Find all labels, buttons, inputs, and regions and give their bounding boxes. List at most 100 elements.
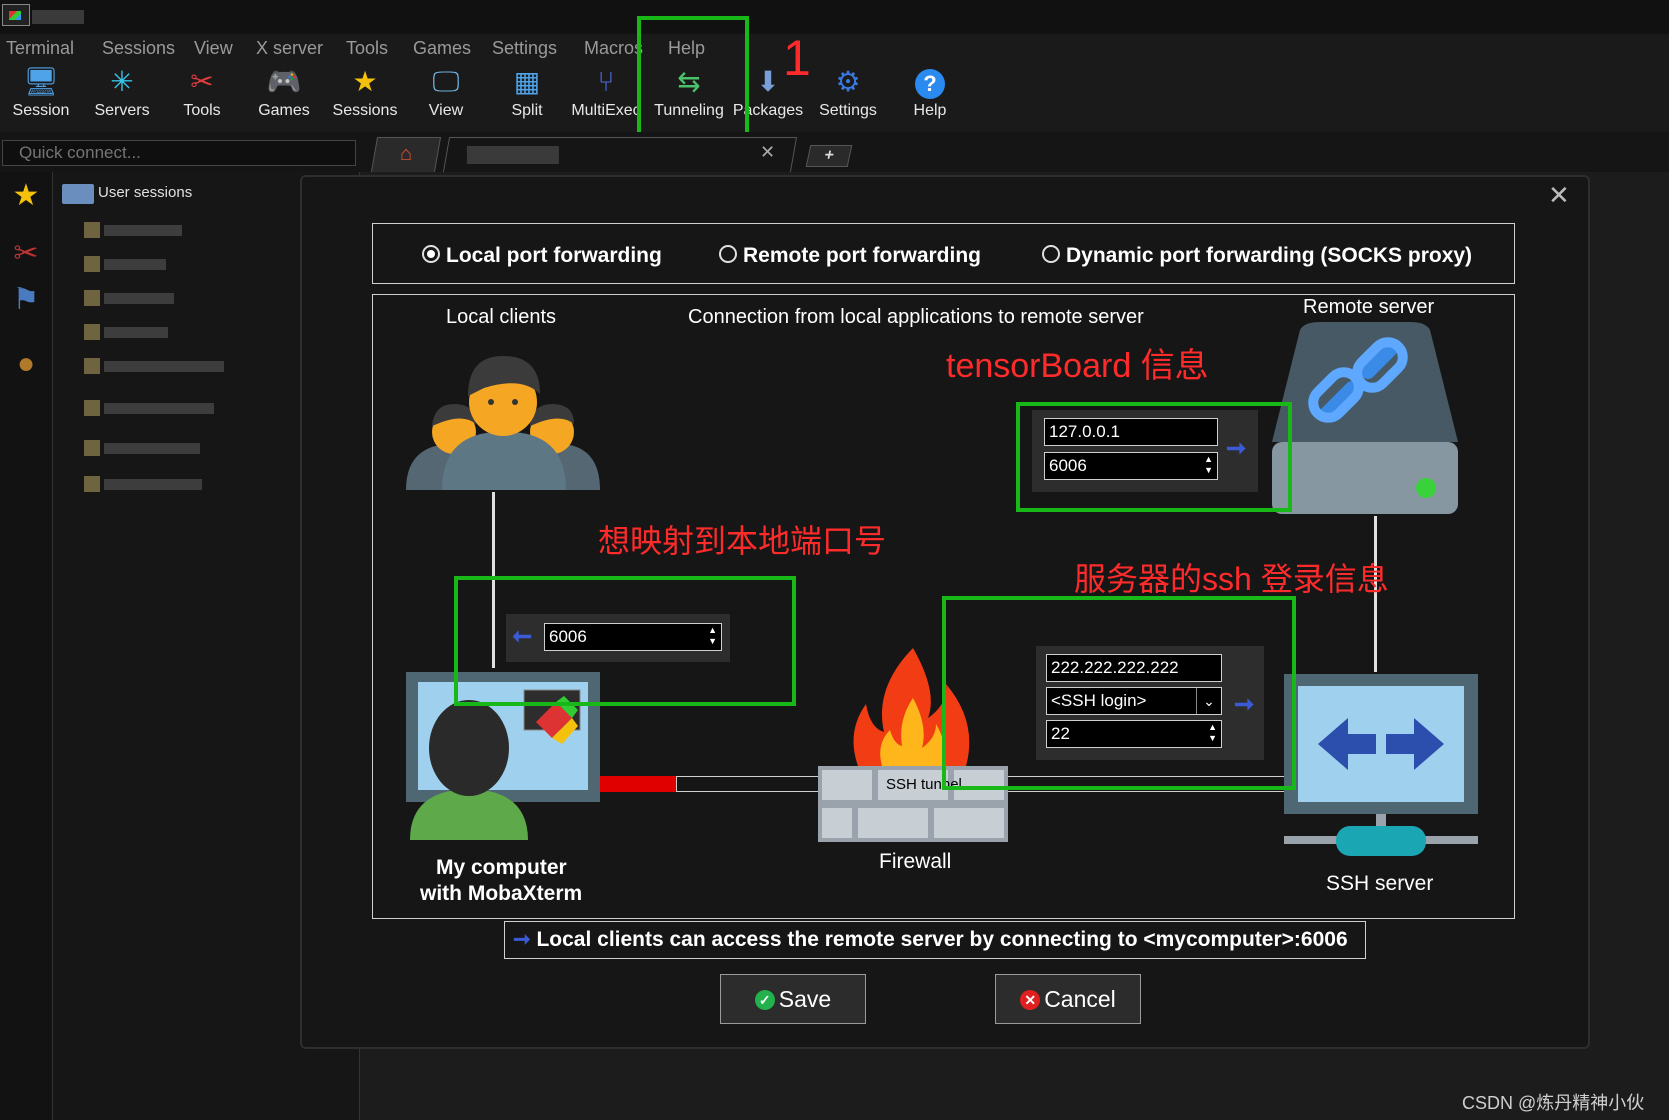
user-sessions-root[interactable]: User sessions — [98, 184, 192, 201]
gamepad-icon: 🎮 — [266, 66, 302, 97]
toolbar-multiexec-button[interactable]: ⑂ MultiExec — [566, 60, 646, 132]
session-label-redacted — [104, 361, 224, 372]
toolbar-label: Split — [511, 102, 543, 119]
toolbar-label: Games — [258, 102, 310, 119]
split-icon: ▦ — [513, 66, 541, 97]
session-label-redacted — [104, 479, 202, 490]
close-tab-icon[interactable]: ✕ — [760, 142, 775, 163]
dialog-close-icon[interactable]: ✕ — [1548, 180, 1570, 211]
toolbar-label: MultiExec — [571, 102, 641, 119]
save-button[interactable]: ✓ Save — [720, 974, 866, 1024]
session-icon — [84, 256, 100, 272]
multiexec-icon: ⑂ — [597, 66, 615, 97]
packages-icon: ⬇ — [756, 66, 780, 97]
menu-bar: Terminal Sessions View X server Tools Ga… — [0, 34, 1669, 60]
ssh-server-highlight-box — [942, 596, 1296, 790]
toolbar-label: View — [428, 102, 464, 119]
toolbar-help-button[interactable]: ? Help — [890, 60, 970, 132]
tools-strip-icon[interactable]: ✂ — [2, 230, 50, 278]
local-port-annotation: 想映射到本地端口号 — [598, 523, 887, 559]
session-tab[interactable] — [442, 137, 798, 172]
tensorboard-annotation: tensorBoard 信息 — [946, 347, 1209, 385]
forwarding-summary: ➞ Local clients can access the remote se… — [504, 921, 1366, 959]
star-icon: ★ — [352, 66, 378, 97]
title-redacted — [32, 10, 84, 24]
radio-selected-icon — [422, 245, 440, 263]
local-forwarding-radio[interactable]: Local port forwarding — [422, 244, 662, 268]
csdn-watermark: CSDN @炼丹精神小伙 — [1462, 1093, 1645, 1113]
radio-label: Dynamic port forwarding (SOCKS proxy) — [1066, 244, 1473, 267]
session-icon — [84, 324, 100, 340]
sftp-strip-icon[interactable]: ⚑ — [2, 276, 50, 324]
toolbar-label: Servers — [94, 102, 150, 119]
menu-games[interactable]: Games — [413, 38, 471, 59]
session-icon — [84, 290, 100, 306]
home-icon: ⌂ — [400, 143, 413, 165]
ssh-server-label: SSH server — [1326, 872, 1434, 895]
local-clients-icon — [406, 356, 600, 490]
local-clients-label: Local clients — [446, 306, 557, 328]
toolbar-label: Tools — [183, 102, 221, 119]
dynamic-forwarding-radio[interactable]: Dynamic port forwarding (SOCKS proxy) — [1042, 244, 1472, 268]
toolbar-tools-button[interactable]: ✂ Tools — [162, 60, 242, 132]
toolbar-label: Session — [12, 102, 70, 119]
help-icon: ? — [912, 66, 948, 99]
toolbar-games-button[interactable]: 🎮 Games — [244, 60, 324, 132]
tools-icon: ✂ — [190, 66, 214, 97]
toolbar-servers-button[interactable]: ✳ Servers — [82, 60, 162, 132]
session-label-redacted — [104, 293, 174, 304]
menu-terminal[interactable]: Terminal — [6, 38, 74, 59]
menu-settings[interactable]: Settings — [492, 38, 557, 59]
save-button-label: Save — [778, 986, 832, 1012]
session-icon — [84, 222, 100, 238]
session-label-redacted — [104, 259, 166, 270]
session-label-redacted — [104, 225, 182, 236]
cancel-button[interactable]: ✕ Cancel — [995, 974, 1141, 1024]
toolbar-settings-button[interactable]: ⚙ Settings — [808, 60, 888, 132]
menu-view[interactable]: View — [194, 38, 233, 59]
mobaxterm-label: with MobaXterm — [420, 882, 583, 905]
radio-unselected-icon — [1042, 245, 1060, 263]
session-icon — [84, 476, 100, 492]
forwarding-summary-text: Local clients can access the remote serv… — [536, 928, 1348, 951]
favorites-star-icon[interactable]: ★ — [2, 172, 50, 220]
macros-strip-icon[interactable]: ● — [2, 340, 50, 388]
session-icon — [84, 358, 100, 374]
servers-icon: ✳ — [110, 66, 134, 97]
home-tab[interactable]: ⌂ — [370, 137, 442, 172]
quick-connect-input[interactable] — [2, 140, 356, 166]
session-icon — [84, 440, 100, 456]
checkmark-icon: ✓ — [754, 990, 775, 1010]
menu-macros[interactable]: Macros — [584, 38, 643, 59]
toolbar-label: Settings — [819, 102, 877, 119]
step-number-annotation: 1 — [783, 30, 811, 86]
toolbar-session-button[interactable]: 🖥 Session — [1, 60, 81, 132]
toolbar-view-button[interactable]: 🖵 View — [406, 60, 486, 132]
cancel-button-label: Cancel — [1044, 986, 1116, 1012]
menu-tools[interactable]: Tools — [346, 38, 388, 59]
my-computer-label: My computer — [436, 856, 567, 879]
new-tab-button[interactable]: + — [805, 145, 853, 167]
session-tab-label-redacted — [466, 146, 559, 164]
user-sessions-folder-icon — [62, 184, 94, 204]
arrow-right-icon: ➞ — [513, 928, 531, 951]
ssh-login-annotation: 服务器的ssh 登录信息 — [1074, 561, 1389, 597]
menu-sessions[interactable]: Sessions — [102, 38, 175, 59]
tunnel-local-segment — [600, 776, 676, 792]
session-label-redacted — [104, 443, 200, 454]
left-strip: ★ ✂ ⚑ ● — [0, 172, 53, 1120]
toolbar: 🖥 Session ✳ Servers ✂ Tools 🎮 Games ★ Session… — [0, 60, 1669, 132]
toolbar-split-button[interactable]: ▦ Split — [487, 60, 567, 132]
remote-forwarding-radio[interactable]: Remote port forwarding — [719, 244, 981, 268]
title-bar — [0, 0, 1669, 34]
remote-server-label: Remote server — [1303, 296, 1435, 318]
connection-caption: Connection from local applications to re… — [688, 306, 1144, 328]
local-port-highlight-box — [454, 576, 796, 706]
menu-x-server[interactable]: X server — [256, 38, 323, 59]
remote-destination-highlight-box — [1016, 402, 1292, 512]
radio-label: Local port forwarding — [446, 244, 662, 267]
monitor-icon: 🖥 — [23, 66, 59, 97]
cancel-icon: ✕ — [1020, 990, 1041, 1010]
firewall-label: Firewall — [879, 850, 952, 873]
toolbar-sessions-button[interactable]: ★ Sessions — [325, 60, 405, 132]
